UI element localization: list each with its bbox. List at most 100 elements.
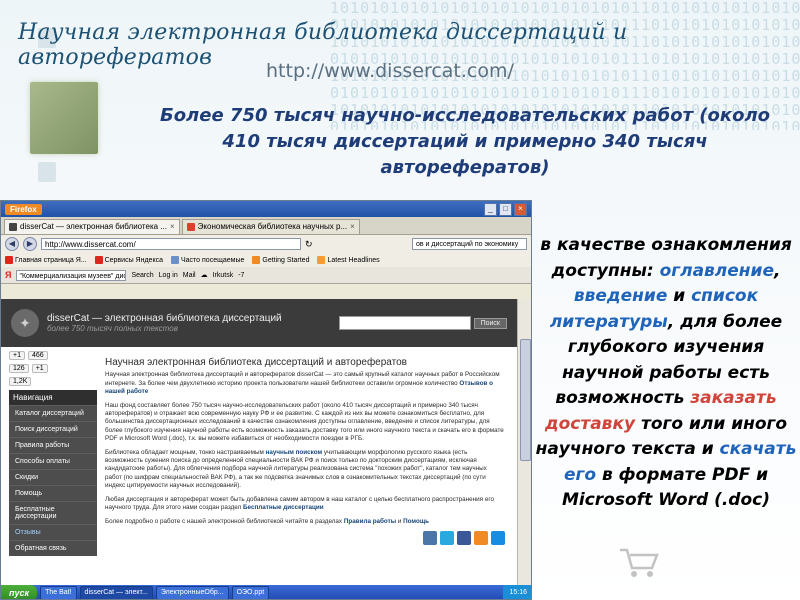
dissercat-logo-icon[interactable]: ✦ bbox=[11, 309, 39, 337]
social-icons bbox=[105, 530, 505, 545]
tab-close-icon[interactable]: × bbox=[170, 220, 175, 234]
tab-label: Экономическая библиотека научных р... bbox=[197, 222, 348, 231]
folder-icon bbox=[170, 256, 179, 264]
yandex-search-input[interactable]: "Коммерциализация музеев" дис на соис bbox=[16, 269, 127, 281]
toc-highlight: оглавление bbox=[659, 260, 774, 281]
mail-button[interactable]: Mail bbox=[183, 272, 196, 279]
intro-highlight: введение bbox=[573, 286, 668, 306]
paragraph-intro: Научная электронная библиотека диссертац… bbox=[105, 371, 500, 396]
nav-item-reviews[interactable]: Отзывы bbox=[9, 524, 97, 540]
site-search-button[interactable]: Поиск bbox=[473, 317, 507, 329]
firefox-menu-button[interactable]: Firefox bbox=[5, 203, 42, 215]
decor-square-green bbox=[30, 82, 98, 154]
dissercat-favicon-icon bbox=[9, 223, 17, 231]
paragraph-free: Любая диссертация и автореферат может бы… bbox=[105, 495, 494, 512]
facebook-icon[interactable] bbox=[457, 530, 471, 545]
nav-item-feedback[interactable]: Обратная связь bbox=[9, 540, 97, 556]
site-header: ✦ disserCat — электронная библиотека дис… bbox=[1, 299, 517, 347]
nav-item-discounts[interactable]: Скидки bbox=[9, 469, 97, 485]
yandex-icon bbox=[5, 256, 13, 264]
share-buttons: +1 466 bbox=[9, 351, 97, 360]
bookmark-item[interactable]: Сервисы Яндекса bbox=[94, 256, 163, 264]
navigation-bar: ◀ ▶ http://www.dissercat.com/ ↻ ов и дис… bbox=[1, 235, 531, 253]
city-label[interactable]: Irkutsk bbox=[213, 272, 234, 279]
site-tagline: более 750 тысяч полных текстов bbox=[47, 324, 178, 333]
share-count: 1,2K bbox=[9, 377, 32, 386]
nav-item-search[interactable]: Поиск диссертаций bbox=[9, 421, 97, 437]
mailru-icon[interactable] bbox=[491, 530, 505, 545]
bookmark-item[interactable]: Главная страница Я... bbox=[5, 256, 87, 264]
tab-label: disserCat — электронная библиотека ... bbox=[20, 222, 167, 231]
bookmark-item[interactable]: Getting Started bbox=[252, 256, 309, 264]
site-navigation: Навигация Каталог диссертаций Поиск дисс… bbox=[9, 390, 97, 556]
nav-item-catalog[interactable]: Каталог диссертаций bbox=[9, 405, 97, 421]
yandex-icon bbox=[94, 256, 103, 264]
nav-item-rules[interactable]: Правила работы bbox=[9, 437, 97, 453]
side-description: в качестве ознакомления доступны: оглавл… bbox=[535, 235, 797, 510]
nav-item-payment[interactable]: Способы оплаты bbox=[9, 453, 97, 469]
odnoklassniki-icon[interactable] bbox=[474, 530, 488, 545]
windows-taskbar: пуск The Bat! disserCat — элект... Элект… bbox=[1, 585, 531, 599]
nav-item-help[interactable]: Помощь bbox=[9, 485, 97, 501]
close-button[interactable]: × bbox=[514, 202, 527, 216]
free-dissertations-link[interactable]: Бесплатные диссертации bbox=[243, 504, 324, 511]
yandex-search-button[interactable]: Search bbox=[131, 272, 153, 279]
site-name[interactable]: disserCat — электронная библиотека диссе… bbox=[47, 313, 282, 324]
rules-link[interactable]: Правила работы bbox=[344, 518, 396, 525]
help-link[interactable]: Помощь bbox=[403, 518, 429, 525]
shopping-cart-icon bbox=[620, 548, 659, 577]
page-title: Научная электронная библиотека диссертац… bbox=[105, 357, 407, 368]
reload-icon[interactable]: ↻ bbox=[305, 239, 313, 250]
firefox-icon bbox=[252, 256, 261, 264]
twitter-icon[interactable] bbox=[440, 530, 454, 545]
yandex-logo[interactable]: Я bbox=[5, 270, 11, 280]
bookmark-item[interactable]: Latest Headlines bbox=[317, 256, 380, 264]
share-buttons: 126 +1 bbox=[9, 364, 97, 373]
back-arrow-icon[interactable]: ◀ bbox=[5, 237, 19, 251]
gplus-button[interactable]: +1 bbox=[9, 351, 25, 360]
slide-headline: Более 750 тысяч научно-исследовательских… bbox=[159, 105, 771, 178]
temperature-label: -7 bbox=[238, 271, 245, 279]
navigation-title: Навигация bbox=[9, 390, 97, 405]
taskbar-item[interactable]: ОЭО.ppt bbox=[231, 586, 270, 599]
tab-strip: disserCat — электронная библиотека ... ×… bbox=[1, 217, 531, 235]
tab-econ-library[interactable]: Экономическая библиотека научных р... × bbox=[181, 219, 360, 234]
scrollbar-thumb[interactable] bbox=[520, 339, 531, 461]
login-button[interactable]: Log in bbox=[159, 272, 178, 279]
main-content: Научная электронная библиотека диссертац… bbox=[105, 357, 505, 545]
slide-url[interactable]: http://www.dissercat.com/ bbox=[266, 60, 514, 82]
scientific-search-link[interactable]: научным поиском bbox=[266, 449, 323, 456]
yandex-toolbar: Я "Коммерциализация музеев" дис на соис … bbox=[1, 267, 531, 284]
paragraph-search: Библиотека обладает мощным, тонко настра… bbox=[105, 448, 487, 490]
taskbar-item[interactable]: The Bat! bbox=[40, 586, 77, 599]
tab-close-icon[interactable]: × bbox=[350, 220, 355, 234]
forward-arrow-icon[interactable]: ▶ bbox=[23, 237, 37, 251]
start-button[interactable]: пуск bbox=[1, 585, 38, 599]
decor-square bbox=[38, 162, 56, 182]
taskbar-item[interactable]: disserCat — элект... bbox=[79, 586, 153, 599]
share-count: 126 bbox=[9, 364, 29, 373]
econ-favicon-icon bbox=[186, 223, 195, 231]
paragraph-more: Более подробно о работе с нашей электрон… bbox=[105, 517, 430, 525]
tab-dissercat[interactable]: disserCat — электронная библиотека ... × bbox=[4, 219, 180, 234]
browser-screenshot: Firefox _ □ × disserCat — электронная би… bbox=[0, 200, 532, 600]
vertical-scrollbar[interactable] bbox=[517, 299, 531, 585]
site-search-input[interactable] bbox=[338, 316, 471, 330]
left-column: +1 466 126 +1 1,2K Навигация Каталог дис… bbox=[9, 351, 97, 556]
bookmark-item[interactable]: Часто посещаемые bbox=[170, 256, 244, 264]
address-bar[interactable]: http://www.dissercat.com/ bbox=[41, 238, 301, 250]
browser-titlebar: Firefox _ □ × bbox=[1, 201, 531, 217]
share-count: 466 bbox=[27, 351, 48, 360]
maximize-button[interactable]: □ bbox=[499, 202, 512, 216]
rss-icon bbox=[317, 256, 326, 264]
taskbar-item[interactable]: ЭлектронныеОбр... bbox=[155, 586, 229, 599]
search-input[interactable]: ов и диссертаций по экономику bbox=[412, 238, 527, 250]
minimize-button[interactable]: _ bbox=[484, 202, 497, 216]
weather-icon: ☁ bbox=[200, 272, 208, 279]
taskbar-clock: 15:16 bbox=[503, 585, 531, 599]
plus-one-button[interactable]: +1 bbox=[31, 364, 48, 373]
site-search: Поиск bbox=[338, 316, 507, 330]
vk-icon[interactable] bbox=[423, 530, 437, 545]
bookmarks-bar: Главная страница Я... Сервисы Яндекса Ча… bbox=[1, 253, 531, 267]
nav-item-free[interactable]: Бесплатные диссертации bbox=[9, 501, 97, 524]
